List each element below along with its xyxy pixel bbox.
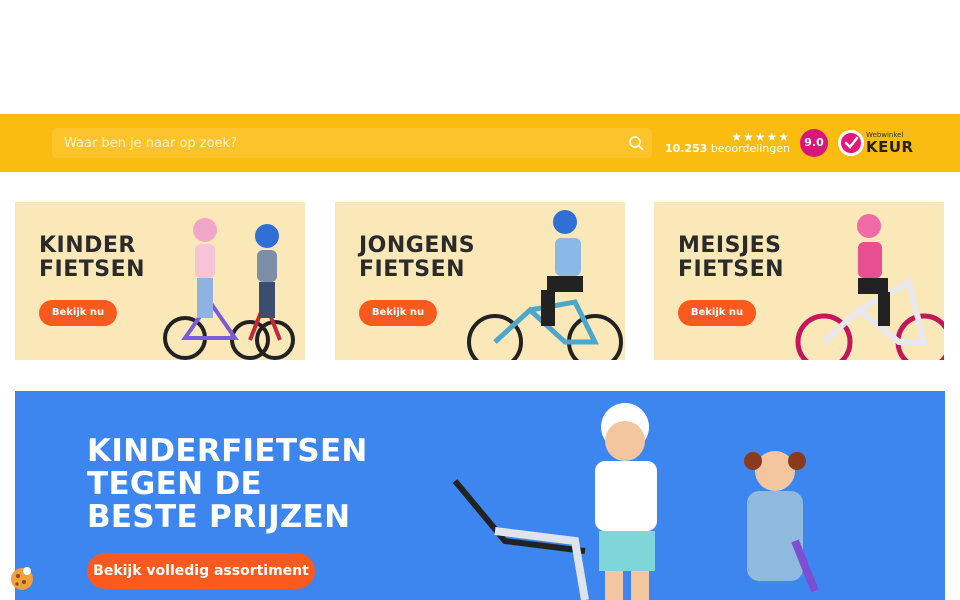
category-button[interactable]: Bekijk nu	[39, 300, 117, 326]
webwinkelkeur-logo[interactable]: Webwinkel KEUR	[838, 129, 913, 159]
category-button[interactable]: Bekijk nu	[359, 300, 437, 326]
hero-kids-illustration	[452, 403, 819, 600]
search-field[interactable]	[52, 128, 652, 158]
category-button[interactable]: Bekijk nu	[678, 300, 756, 326]
girl-with-bike-illustration	[795, 214, 944, 360]
category-banner-kinderfietsen[interactable]: KINDER FIETSEN Bekijk nu	[15, 202, 305, 360]
category-title: KINDER FIETSEN	[39, 233, 146, 282]
keur-check-icon	[838, 130, 864, 156]
hero-banner[interactable]: KINDERFIETSEN TEGEN DE BESTE PRIJZEN Bek…	[15, 391, 945, 600]
review-summary[interactable]: ★★★★★ 10.253 beoordelingen	[665, 131, 792, 157]
review-count-label: beoordelingen	[710, 142, 790, 155]
category-title: MEISJES FIETSEN	[678, 233, 785, 282]
view-assortment-button[interactable]: Bekijk volledig assortiment	[87, 553, 315, 589]
header-blank-area	[0, 0, 960, 114]
cookie-settings-icon[interactable]	[8, 565, 36, 593]
category-banner-jongensfietsen[interactable]: JONGENS FIETSEN Bekijk nu	[335, 202, 625, 360]
rating-score-badge[interactable]: 9.0	[800, 129, 828, 157]
review-count-number: 10.253	[664, 142, 708, 155]
hero-title: KINDERFIETSEN TEGEN DE BESTE PRIJZEN	[87, 433, 368, 535]
review-count: 10.253 beoordelingen	[665, 142, 790, 155]
category-banner-meisjesfietsen[interactable]: MEISJES FIETSEN Bekijk nu	[654, 202, 944, 360]
search-input[interactable]	[52, 128, 612, 158]
boy-with-bike-illustration	[467, 210, 623, 360]
search-icon[interactable]	[628, 135, 644, 151]
kids-with-bikes-illustration	[163, 218, 295, 360]
keur-big-text: KEUR	[866, 138, 914, 156]
